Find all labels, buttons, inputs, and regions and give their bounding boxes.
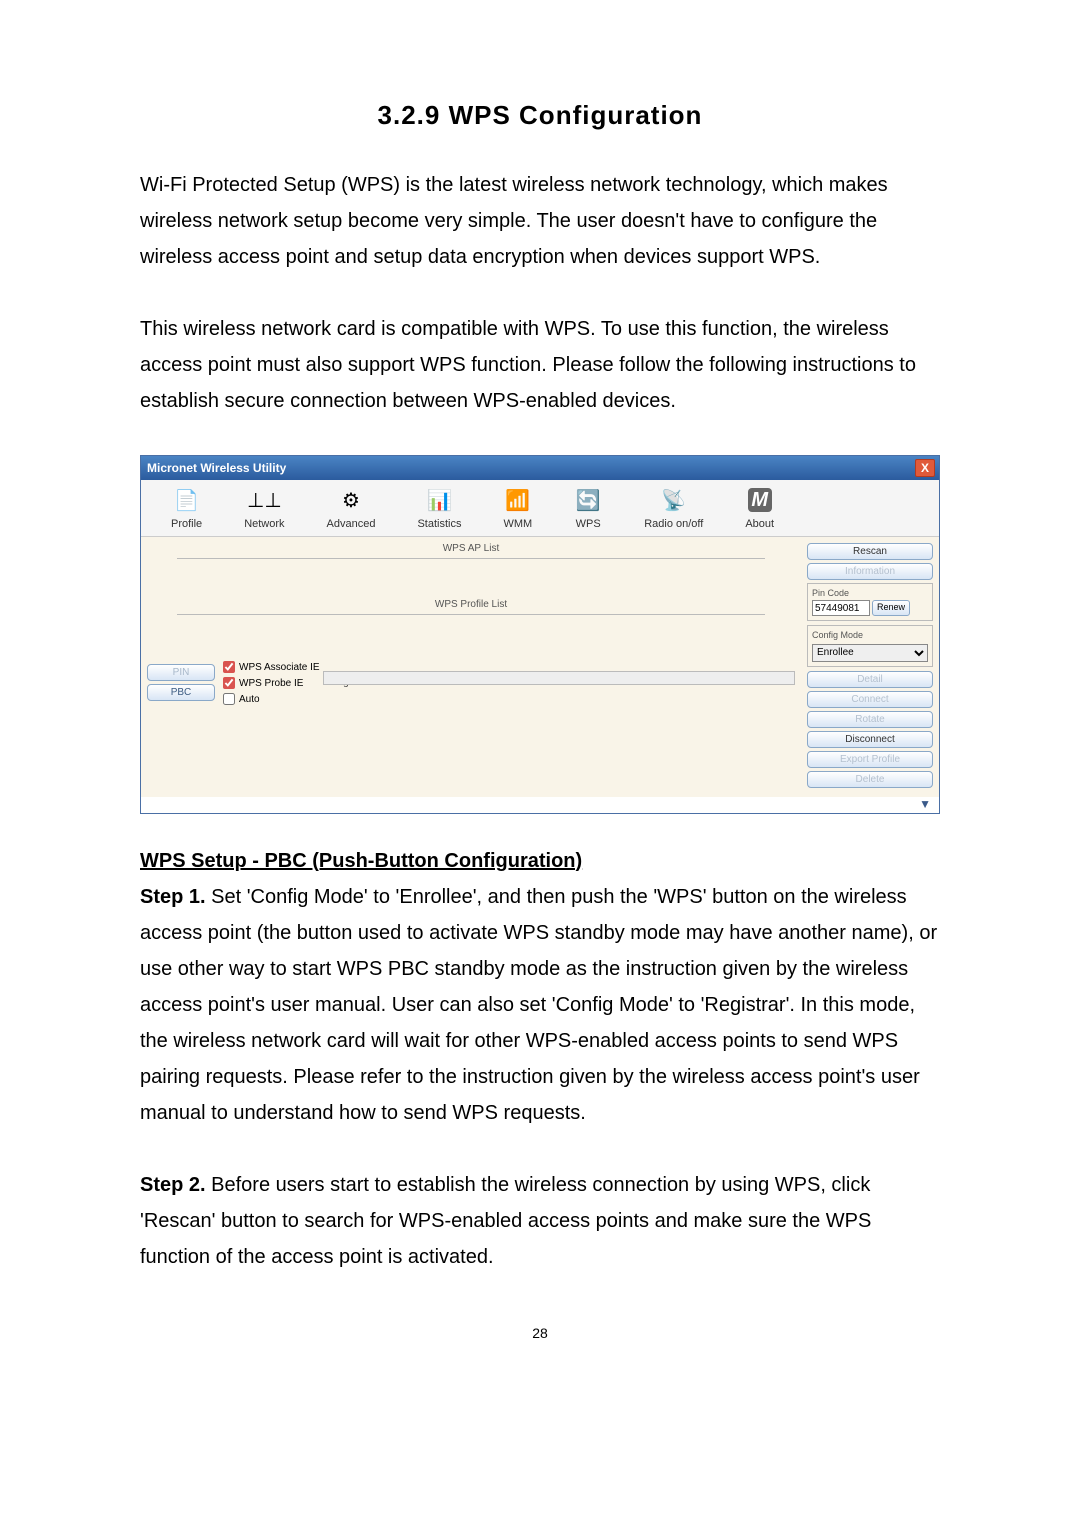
step-2-paragraph: Step 2. Before users start to establish …	[140, 1167, 940, 1275]
tab-about[interactable]: M About	[745, 486, 774, 530]
pin-code-group: Pin Code Renew	[807, 583, 933, 621]
about-icon: M	[746, 486, 774, 514]
step-2-text: Before users start to establish the wire…	[140, 1174, 871, 1268]
tab-statistics-label: Statistics	[417, 518, 461, 530]
left-panel: WPS AP List WPS Profile List PIN PBC WPS…	[147, 543, 803, 791]
window-titlebar: Micronet Wireless Utility X	[141, 456, 939, 480]
export-profile-button[interactable]: Export Profile	[807, 751, 933, 768]
tab-wps[interactable]: 🔄 WPS	[574, 486, 602, 530]
tab-profile[interactable]: 📄 Profile	[171, 486, 202, 530]
connect-button[interactable]: Connect	[807, 691, 933, 708]
section-heading: 3.2.9 WPS Configuration	[140, 100, 940, 131]
tab-wmm[interactable]: 📶 WMM	[503, 486, 532, 530]
config-mode-label: Config Mode	[812, 630, 928, 640]
tab-wmm-label: WMM	[503, 518, 532, 530]
tab-network-label: Network	[244, 518, 284, 530]
step-2-label: Step 2.	[140, 1174, 206, 1196]
tab-advanced-label: Advanced	[327, 518, 376, 530]
main-toolbar: 📄 Profile ⊥⊥ Network ⚙ Advanced 📊 Statis…	[141, 480, 939, 537]
right-panel: Rescan Information Pin Code Renew Config…	[803, 543, 933, 791]
step-1-label: Step 1.	[140, 886, 206, 908]
config-mode-group: Config Mode Enrollee	[807, 625, 933, 667]
tab-radio[interactable]: 📡 Radio on/off	[644, 486, 703, 530]
step-1-paragraph: Step 1. Set 'Config Mode' to 'Enrollee',…	[140, 879, 940, 1131]
tab-radio-label: Radio on/off	[644, 518, 703, 530]
tab-about-label: About	[745, 518, 774, 530]
information-button[interactable]: Information	[807, 563, 933, 580]
pin-code-input[interactable]	[812, 600, 870, 616]
config-mode-select[interactable]: Enrollee	[812, 644, 928, 662]
delete-button[interactable]: Delete	[807, 771, 933, 788]
network-icon: ⊥⊥	[250, 486, 278, 514]
close-button[interactable]: X	[915, 459, 935, 477]
pin-code-label: Pin Code	[812, 588, 928, 598]
utility-screenshot: Micronet Wireless Utility X 📄 Profile ⊥⊥…	[140, 455, 940, 814]
statistics-icon: 📊	[425, 486, 453, 514]
tab-advanced[interactable]: ⚙ Advanced	[327, 486, 376, 530]
collapse-arrow-icon[interactable]: ▼	[141, 797, 939, 813]
page-number: 28	[140, 1325, 940, 1341]
rescan-button[interactable]: Rescan	[807, 543, 933, 560]
tab-network[interactable]: ⊥⊥ Network	[244, 486, 284, 530]
paragraph-2: This wireless network card is compatible…	[140, 311, 940, 419]
radio-icon: 📡	[660, 486, 688, 514]
tab-wps-label: WPS	[576, 518, 601, 530]
rotate-button[interactable]: Rotate	[807, 711, 933, 728]
disconnect-button[interactable]: Disconnect	[807, 731, 933, 748]
ap-list-label: WPS AP List	[147, 543, 795, 554]
step-1-text: Set 'Config Mode' to 'Enrollee', and the…	[140, 886, 937, 1124]
auto-label: Auto	[239, 694, 260, 705]
progress-bar	[323, 671, 795, 685]
profile-list-label: WPS Profile List	[147, 599, 795, 610]
wps-probe-checkbox[interactable]: WPS Probe IE	[223, 677, 320, 689]
wps-associate-checkbox[interactable]: WPS Associate IE	[223, 661, 320, 673]
advanced-icon: ⚙	[337, 486, 365, 514]
auto-checkbox[interactable]: Auto	[223, 693, 320, 705]
renew-button[interactable]: Renew	[872, 600, 910, 616]
paragraph-1: Wi-Fi Protected Setup (WPS) is the lates…	[140, 167, 940, 275]
tab-statistics[interactable]: 📊 Statistics	[417, 486, 461, 530]
pin-button[interactable]: PIN	[147, 664, 215, 681]
main-panel: WPS AP List WPS Profile List PIN PBC WPS…	[141, 537, 939, 797]
detail-button[interactable]: Detail	[807, 671, 933, 688]
profile-icon: 📄	[173, 486, 201, 514]
wps-icon: 🔄	[574, 486, 602, 514]
wps-probe-label: WPS Probe IE	[239, 678, 303, 689]
subheading-pbc: WPS Setup - PBC (Push-Button Configurati…	[140, 850, 940, 873]
window-title: Micronet Wireless Utility	[147, 461, 286, 475]
tab-profile-label: Profile	[171, 518, 202, 530]
pbc-button[interactable]: PBC	[147, 684, 215, 701]
wmm-icon: 📶	[504, 486, 532, 514]
wps-associate-label: WPS Associate IE	[239, 662, 320, 673]
